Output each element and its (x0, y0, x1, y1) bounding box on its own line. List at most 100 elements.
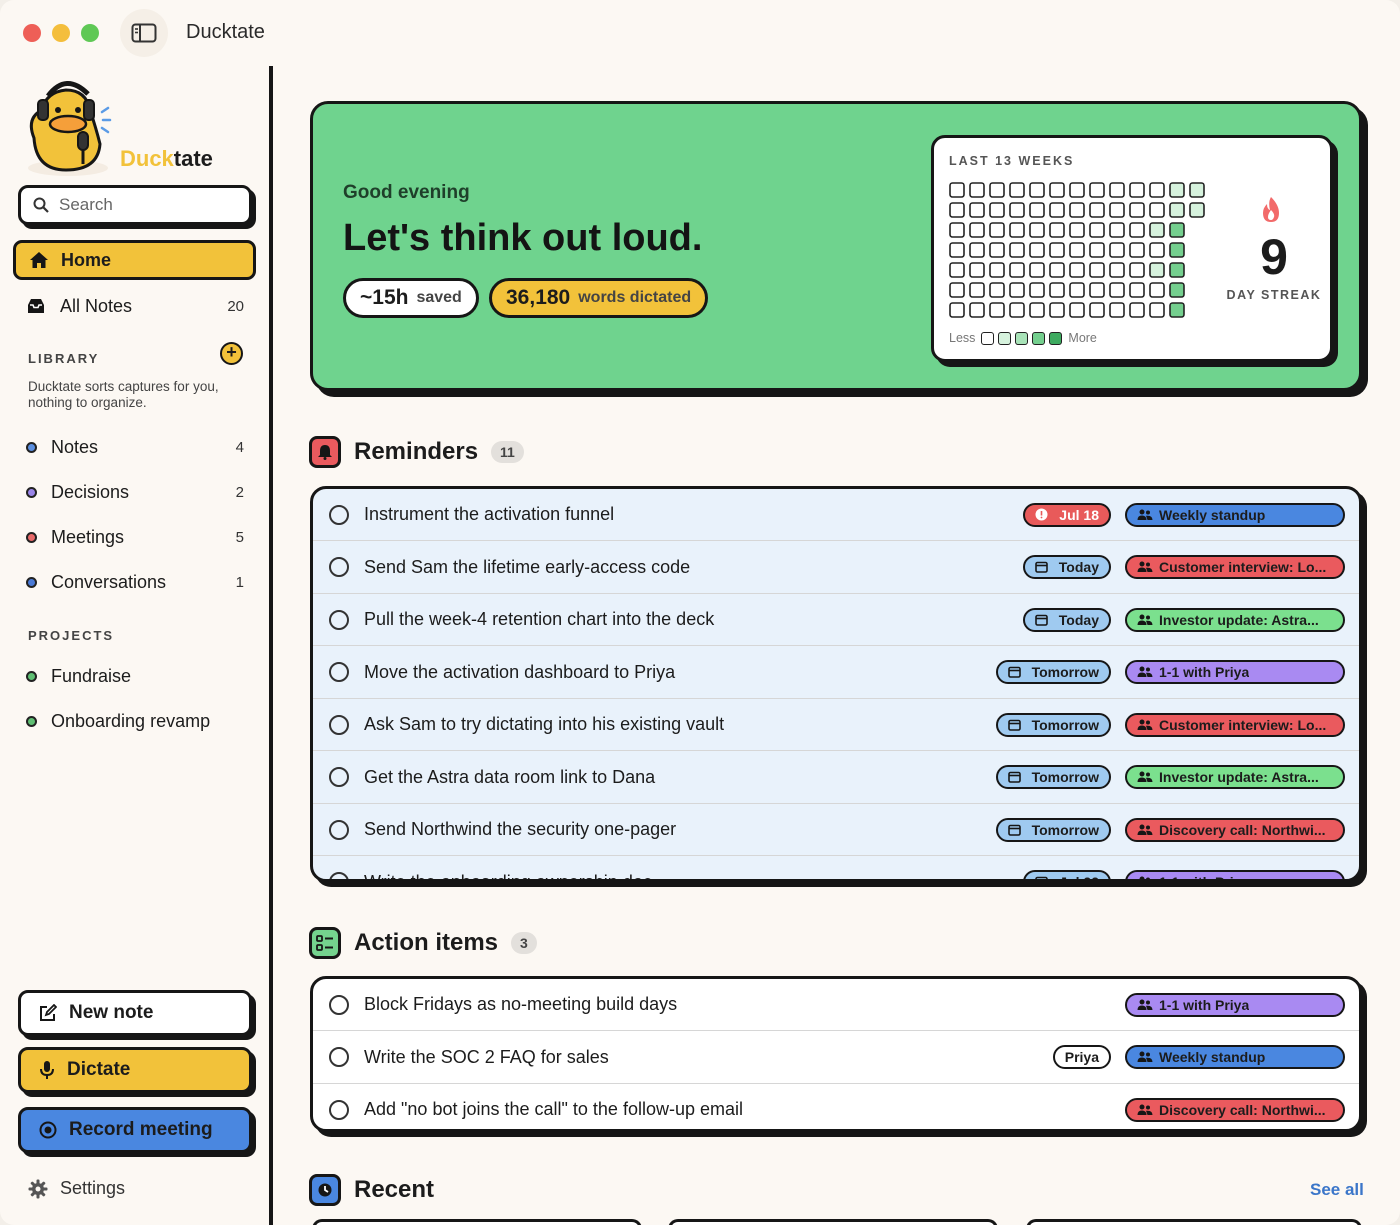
new-note-button[interactable]: New note (18, 990, 252, 1036)
reminder-row[interactable]: Send Northwind the security one-pager Tom… (313, 804, 1359, 856)
complete-checkbox[interactable] (329, 557, 349, 577)
words-dictated-value: 36,180 (506, 286, 571, 309)
dictate-button[interactable]: Dictate (18, 1047, 252, 1093)
new-note-label: New note (69, 1002, 154, 1023)
reminder-row[interactable]: Get the Astra data room link to Dana Tomo… (313, 752, 1359, 804)
heatmap-cell (969, 242, 985, 258)
sidebar-item-fundraise[interactable]: Fundraise (26, 662, 244, 690)
recent-card[interactable] (1026, 1219, 1362, 1225)
complete-checkbox[interactable] (329, 714, 349, 735)
heatmap-cell (1089, 242, 1105, 258)
reminder-row[interactable]: Move the activation dashboard to Priya To… (313, 647, 1359, 699)
reminder-text: Ask Sam to try dictating into his existi… (364, 714, 725, 734)
reminder-row[interactable]: Write the onboarding ownership doc Jul 22… (313, 857, 1359, 882)
search-input[interactable]: Search (18, 185, 252, 225)
projects-heading: PROJECTS (28, 628, 115, 643)
complete-checkbox[interactable] (329, 504, 349, 525)
sidebar-item-conversations[interactable]: Conversations 1 (26, 568, 244, 596)
settings-button[interactable]: Settings (28, 1178, 125, 1199)
complete-checkbox[interactable] (329, 994, 349, 1015)
meeting-source-badge[interactable]: Customer interview: Lo... (1125, 555, 1345, 579)
meeting-source-label: Discovery call: Northwi... (1159, 821, 1326, 838)
heatmap-cell (1069, 202, 1085, 218)
due-date-badge[interactable]: Tomorrow (995, 712, 1111, 737)
due-date-badge[interactable]: Jul 22 (1023, 870, 1111, 879)
brand: Ducktate (26, 74, 256, 184)
heatmap-cell (1009, 202, 1025, 218)
heatmap-cell (1089, 222, 1105, 238)
meeting-source-label: 1-1 with Priya (1159, 874, 1250, 882)
sidebar-item-count: 4 (235, 438, 244, 456)
meeting-source-badge[interactable]: Discovery call: Northwi... (1125, 817, 1345, 842)
action-item-row[interactable]: Block Fridays as no-meeting build days 1-… (313, 979, 1359, 1031)
complete-checkbox[interactable] (329, 819, 349, 840)
sidebar-divider (269, 66, 273, 1225)
sidebar-item-meetings[interactable]: Meetings 5 (26, 523, 244, 551)
meeting-source-badge[interactable]: 1-1 with Priya (1125, 992, 1345, 1017)
due-date-badge[interactable]: Tomorrow (995, 660, 1111, 684)
minimize-window-button[interactable] (52, 24, 70, 42)
sidebar-item-notes[interactable]: Notes 4 (26, 433, 244, 461)
heatmap-cell (1109, 222, 1125, 238)
sidebar-item-onboarding-revamp[interactable]: Onboarding revamp (26, 707, 244, 735)
clock-icon (309, 1174, 341, 1206)
assignee-badge[interactable]: Priya (1052, 1045, 1111, 1069)
heatmap-cell (1029, 302, 1045, 318)
due-date-badge[interactable]: Today (1022, 555, 1111, 579)
heatmap-cell (1129, 242, 1145, 258)
meeting-source-label: Weekly standup (1159, 506, 1266, 523)
complete-checkbox[interactable] (329, 1047, 349, 1067)
reminder-row[interactable]: Send Sam the lifetime early-access code T… (313, 542, 1359, 594)
complete-checkbox[interactable] (329, 609, 349, 630)
meeting-source-badge[interactable]: Investor update: Astra... (1125, 607, 1345, 632)
sidebar-item-home[interactable]: Home (13, 240, 256, 280)
overdue-date-badge[interactable]: Jul 18 (1023, 502, 1111, 527)
sidebar-toggle-button[interactable] (120, 9, 168, 57)
heatmap-cell (1009, 222, 1025, 238)
heatmap-cell (949, 262, 965, 278)
heatmap-cell (1029, 282, 1045, 298)
activity-heatmap-card: LAST 13 WEEKS Less More 9 DAY STREAK (931, 135, 1333, 362)
see-all-link[interactable]: See all (1310, 1180, 1364, 1200)
meeting-source-badge[interactable]: Customer interview: Lo... (1125, 712, 1345, 737)
recent-card[interactable] (668, 1219, 998, 1225)
record-meeting-button[interactable]: Record meeting (18, 1107, 252, 1153)
heatmap-cell (1089, 262, 1105, 278)
complete-checkbox[interactable] (329, 1099, 349, 1120)
meeting-source-badge[interactable]: Discovery call: Northwi... (1125, 1097, 1345, 1122)
action-item-row[interactable]: Add "no bot joins the call" to the follo… (313, 1084, 1359, 1129)
heatmap-cell (1029, 222, 1045, 238)
complete-checkbox[interactable] (329, 872, 349, 879)
zoom-window-button[interactable] (81, 24, 99, 42)
heatmap-cell (1189, 202, 1205, 218)
meeting-source-badge[interactable]: 1-1 with Priya (1125, 870, 1345, 882)
heatmap-cell (949, 222, 965, 238)
reminder-row[interactable]: Pull the week-4 retention chart into the… (313, 594, 1359, 646)
sidebar-item-all-notes[interactable]: All Notes 20 (26, 292, 244, 320)
reminder-row[interactable]: Ask Sam to try dictating into his existi… (313, 699, 1359, 751)
heatmap-cell (1049, 242, 1065, 258)
heatmap-cell (989, 242, 1005, 258)
reminder-text: Pull the week-4 retention chart into the… (364, 609, 715, 629)
meeting-source-badge[interactable]: Weekly standup (1125, 502, 1345, 527)
people-icon (1137, 509, 1153, 520)
reminder-row[interactable]: Instrument the activation funnel Jul 18 We… (313, 489, 1359, 541)
recent-card[interactable] (312, 1219, 642, 1225)
people-icon (1137, 561, 1153, 572)
due-date-badge[interactable]: Tomorrow (995, 817, 1111, 842)
meeting-source-label: 1-1 with Priya (1159, 664, 1250, 680)
due-date-badge[interactable]: Tomorrow (995, 765, 1111, 789)
action-items-header: Action items 3 (309, 927, 537, 959)
people-icon (1137, 1051, 1153, 1062)
close-window-button[interactable] (23, 24, 41, 42)
complete-checkbox[interactable] (329, 662, 349, 682)
meeting-source-badge[interactable]: Investor update: Astra... (1125, 765, 1345, 789)
action-item-row[interactable]: Write the SOC 2 FAQ for sales Priya Weekly… (313, 1032, 1359, 1084)
due-date-badge[interactable]: Today (1022, 607, 1111, 632)
heatmap-title: LAST 13 WEEKS (949, 154, 1075, 168)
add-library-item-button[interactable]: + (220, 342, 243, 365)
meeting-source-badge[interactable]: Weekly standup (1125, 1045, 1345, 1069)
meeting-source-badge[interactable]: 1-1 with Priya (1125, 660, 1345, 684)
sidebar-item-decisions[interactable]: Decisions 2 (26, 478, 244, 506)
complete-checkbox[interactable] (329, 767, 349, 787)
